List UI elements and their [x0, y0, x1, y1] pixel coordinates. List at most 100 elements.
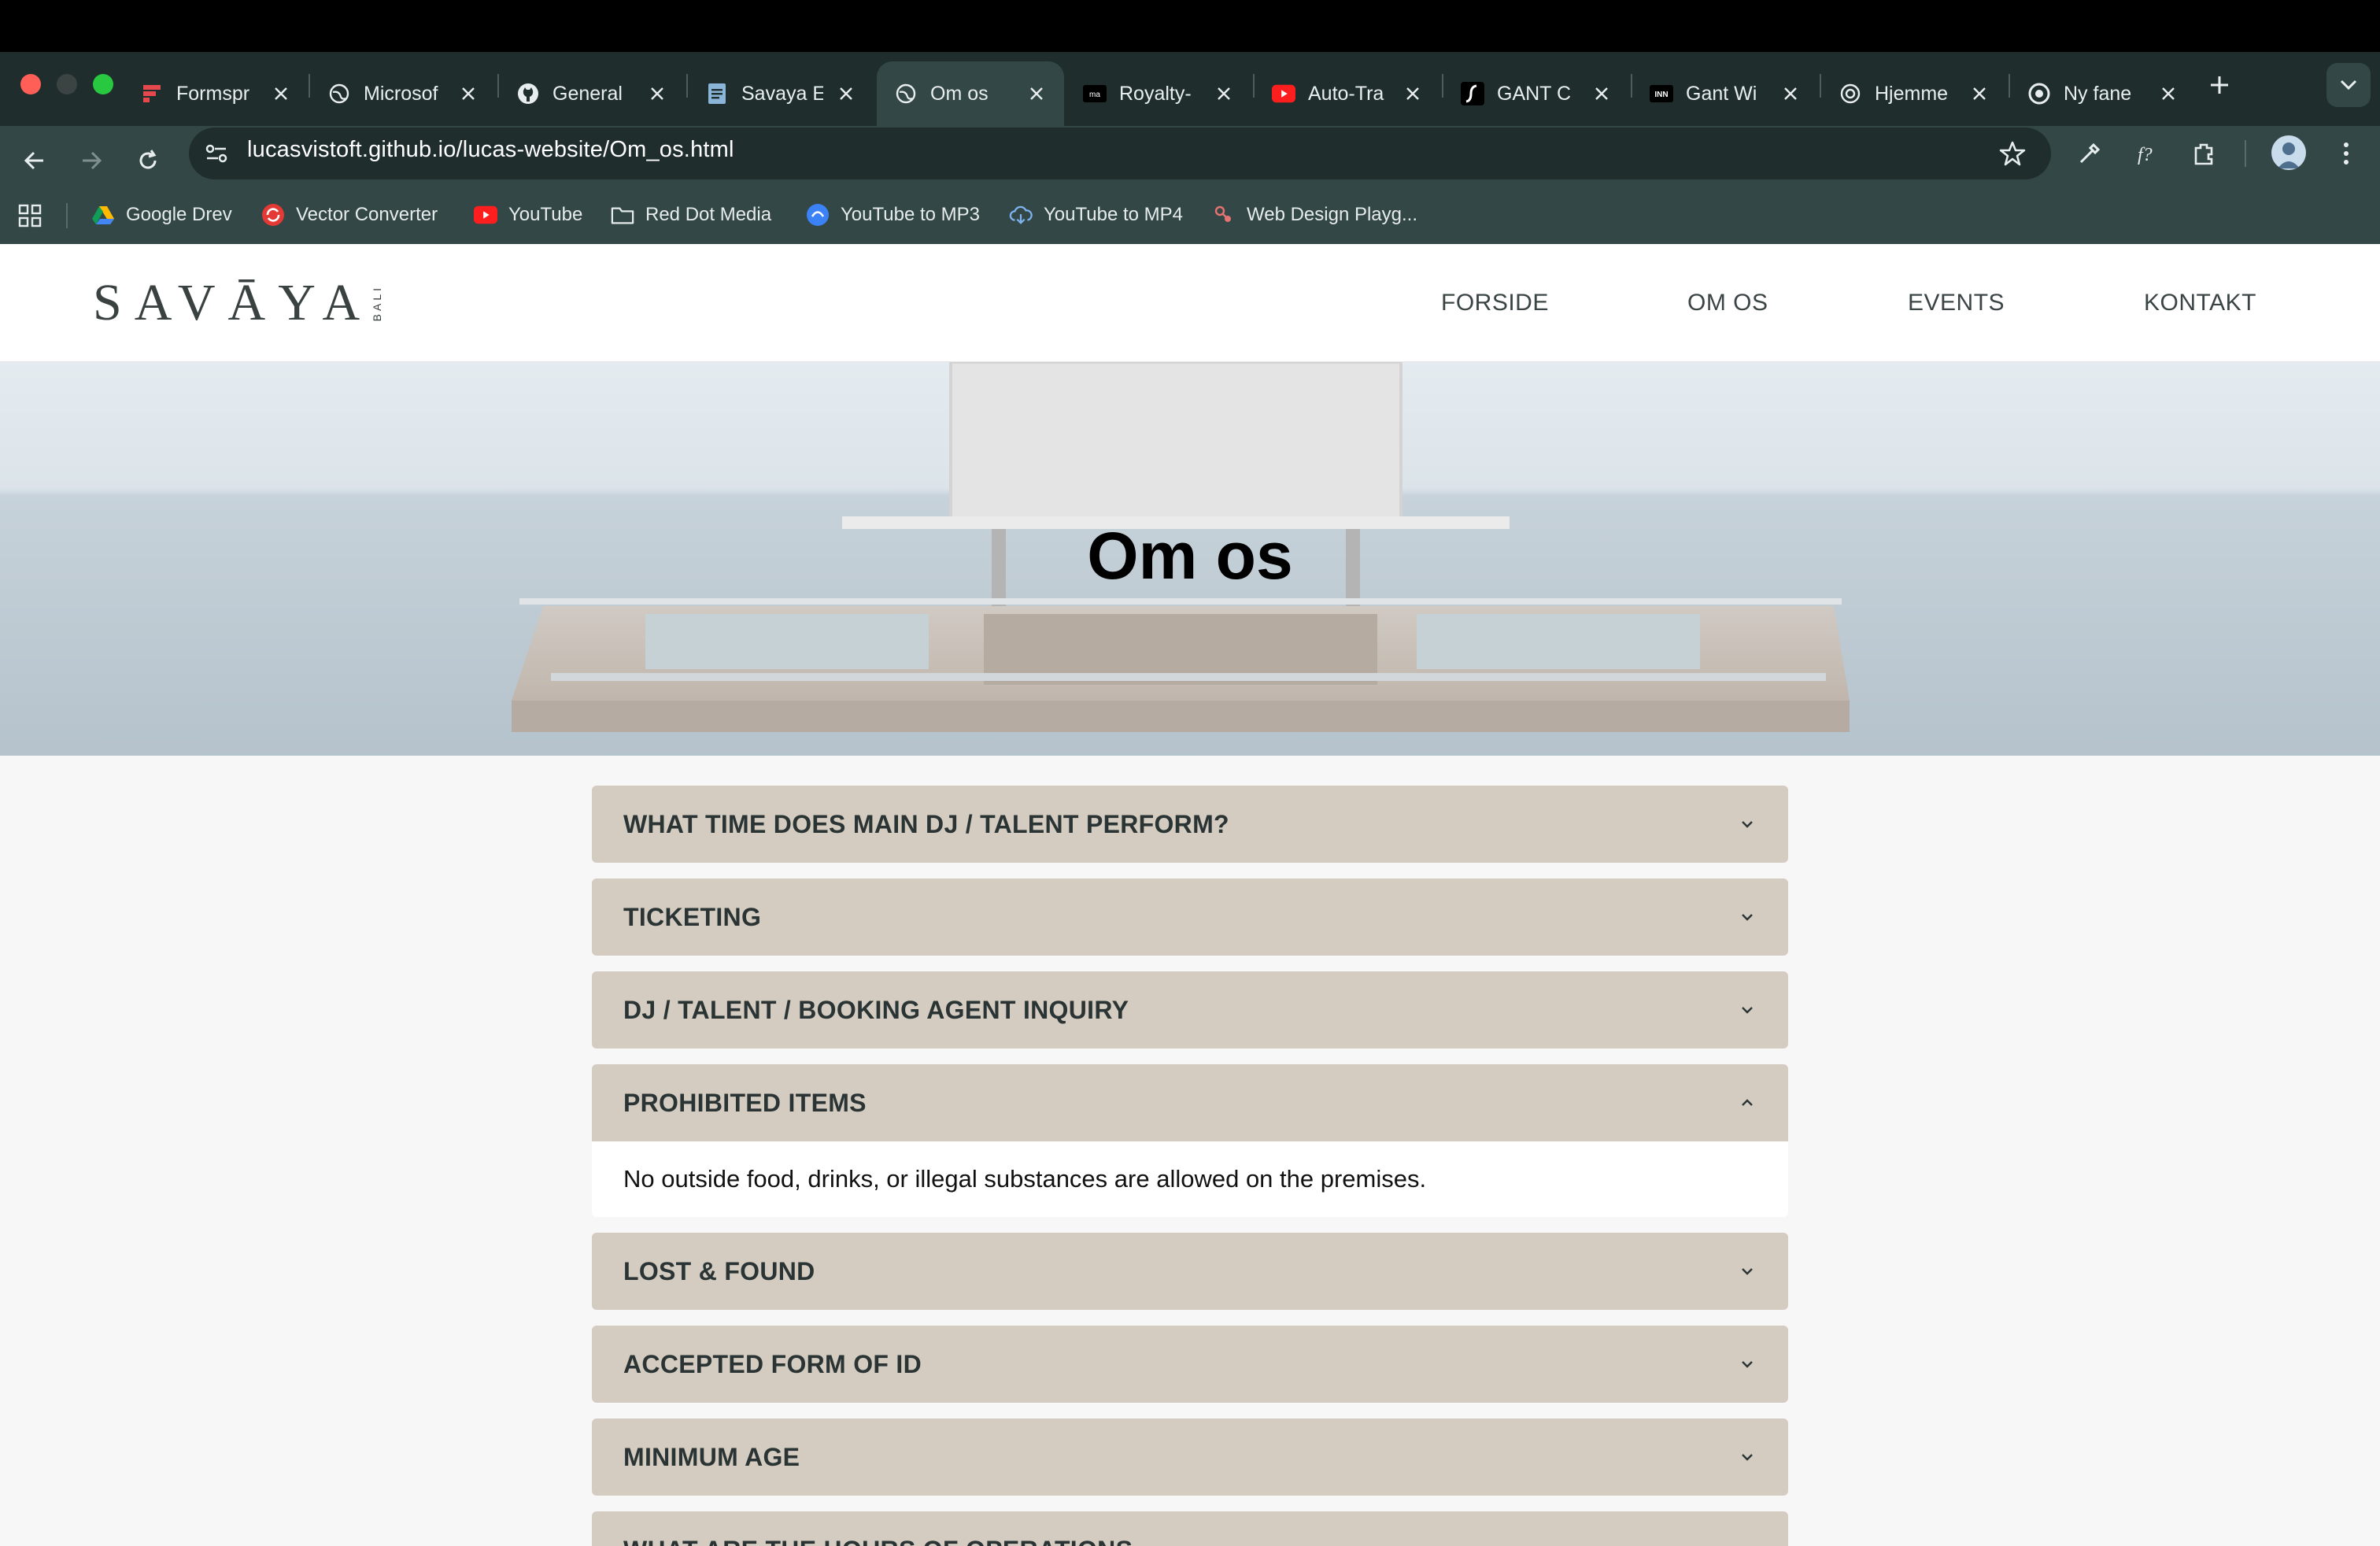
tab-title: Formspr [176, 82, 250, 105]
svg-text:INN: INN [1654, 91, 1668, 99]
faq-item: TICKETING [592, 878, 1788, 956]
bookmark-youtube-to-mp3[interactable]: YouTube to MP3 [806, 201, 980, 229]
tab-ny-fane[interactable]: Ny fane [2010, 61, 2196, 126]
mp3-icon [806, 203, 830, 227]
faq-question: TICKETING [623, 902, 762, 931]
bookmark-label: YouTube to MP4 [1044, 204, 1184, 225]
new-tab-button[interactable] [2204, 69, 2235, 101]
more-vertical-icon[interactable] [2328, 135, 2364, 172]
tab-savaya-doc[interactable]: Savaya E [688, 61, 874, 126]
nav-link-kontakt[interactable]: KONTAKT [2144, 290, 2256, 316]
close-icon[interactable] [647, 83, 667, 104]
close-icon[interactable] [458, 83, 479, 104]
reload-button[interactable] [126, 139, 170, 183]
back-button[interactable] [13, 139, 57, 183]
bookmark-google-drev[interactable]: Google Drev [91, 201, 232, 229]
chevron-up-icon [1738, 1093, 1757, 1112]
nav-link-om-os[interactable]: OM OS [1687, 290, 1768, 316]
chrome-icon [2027, 82, 2051, 105]
tab-title: Om os [930, 82, 989, 105]
close-icon[interactable] [2158, 83, 2179, 104]
faq-question: PROHIBITED ITEMS [623, 1088, 867, 1117]
font-checker-icon[interactable]: f? [2130, 135, 2166, 172]
close-window-button[interactable] [20, 74, 41, 94]
faq-question: WHAT ARE THE HOURS OF OPERATIONS [623, 1536, 1738, 1546]
nav-link-events[interactable]: EVENTS [1908, 290, 2005, 316]
eyedropper-icon[interactable] [2071, 135, 2108, 172]
tab-gant-wi[interactable]: INN Gant Wi [1632, 61, 1818, 126]
site-logo[interactable]: SAVĀYA BALI [93, 272, 383, 335]
extensions-puzzle-icon[interactable] [2186, 135, 2223, 172]
bookmark-label: Web Design Playg... [1247, 204, 1417, 225]
faq-question-toggle[interactable]: WHAT ARE THE HOURS OF OPERATIONS [592, 1511, 1788, 1546]
faq-question-toggle[interactable]: PROHIBITED ITEMS [592, 1064, 1788, 1141]
bookmark-youtube[interactable]: YouTube [474, 201, 582, 229]
close-icon[interactable] [1969, 83, 1990, 104]
svg-text:ma: ma [1089, 91, 1100, 99]
close-icon[interactable] [1780, 83, 1801, 104]
faq-question-toggle[interactable]: TICKETING [592, 878, 1788, 956]
bookmark-label: Red Dot Media [645, 204, 772, 225]
faq-item: WHAT ARE THE HOURS OF OPERATIONS [592, 1511, 1788, 1546]
minimize-window-button[interactable] [57, 74, 77, 94]
tab-title: Auto-Tra [1308, 82, 1384, 105]
faq-item: WHAT TIME DOES MAIN DJ / TALENT PERFORM? [592, 786, 1788, 863]
bookmark-web-design-playground[interactable]: Web Design Playg... [1212, 201, 1417, 229]
plus-icon [2211, 76, 2228, 94]
faq-item: ACCEPTED FORM OF ID [592, 1326, 1788, 1403]
google-drive-icon [91, 203, 115, 227]
faq-item: LOST & FOUND [592, 1233, 1788, 1310]
toolbar-separator [2245, 140, 2246, 167]
tab-auto-tra[interactable]: Auto-Tra [1255, 61, 1440, 126]
close-icon[interactable] [1026, 83, 1047, 104]
tab-royalty[interactable]: ma Royalty- [1066, 61, 1251, 126]
maximize-window-button[interactable] [93, 74, 113, 94]
faq-question: DJ / TALENT / BOOKING AGENT INQUIRY [623, 995, 1129, 1024]
faq-question: LOST & FOUND [623, 1256, 815, 1285]
tab-title: Microsof [364, 82, 438, 105]
bookmark-star-icon[interactable] [1994, 135, 2031, 172]
faq-item-expanded: PROHIBITED ITEMS No outside food, drinks… [592, 1064, 1788, 1217]
tab-om-os[interactable]: Om os [877, 61, 1064, 126]
tab-formspree[interactable]: Formspr [123, 61, 309, 126]
close-icon[interactable] [1214, 83, 1234, 104]
tab-title: Ny fane [2064, 82, 2132, 105]
tab-github-general[interactable]: General [499, 61, 685, 126]
chevron-down-icon [2340, 80, 2357, 91]
close-icon[interactable] [1591, 83, 1612, 104]
faq-question-toggle[interactable]: MINIMUM AGE [592, 1418, 1788, 1496]
faq-question-toggle[interactable]: WHAT TIME DOES MAIN DJ / TALENT PERFORM? [592, 786, 1788, 863]
youtube-icon [1272, 82, 1295, 105]
faq-question-toggle[interactable]: LOST & FOUND [592, 1233, 1788, 1310]
arrow-left-icon [24, 151, 43, 170]
chevron-down-icon [1738, 1000, 1757, 1019]
svg-text:f?: f? [2138, 145, 2153, 165]
tab-search-button[interactable] [2326, 63, 2371, 107]
forward-button[interactable] [69, 139, 113, 183]
bookmark-vector-converter[interactable]: Vector Converter [261, 201, 438, 229]
bookmarks-separator [66, 203, 68, 228]
tab-hjemme[interactable]: Hjemme [1821, 61, 2007, 126]
cloud-download-icon [1009, 203, 1033, 227]
faq-question: MINIMUM AGE [623, 1442, 800, 1471]
nav-link-forside[interactable]: FORSIDE [1441, 290, 1549, 316]
faq-question-toggle[interactable]: DJ / TALENT / BOOKING AGENT INQUIRY [592, 971, 1788, 1049]
logo-wordmark: SAVĀYA [93, 274, 373, 331]
chevron-down-icon [1738, 908, 1757, 926]
youtube-icon [474, 203, 497, 227]
close-icon[interactable] [836, 83, 856, 104]
tab-gant[interactable]: GANT C [1443, 61, 1629, 126]
profile-avatar[interactable] [2271, 135, 2306, 170]
close-icon[interactable] [1402, 83, 1423, 104]
apps-grid-icon[interactable] [17, 203, 42, 228]
tab-microsoft[interactable]: Microsof [310, 61, 496, 126]
bookmark-label: Vector Converter [296, 204, 438, 225]
bookmark-youtube-to-mp4[interactable]: YouTube to MP4 [1009, 201, 1183, 229]
faq-question-toggle[interactable]: ACCEPTED FORM OF ID [592, 1326, 1788, 1403]
site-info-icon[interactable] [203, 140, 230, 167]
url-text[interactable]: lucasvistoft.github.io/lucas-website/Om_… [247, 137, 734, 163]
close-icon[interactable] [271, 83, 291, 104]
faq-accordion: WHAT TIME DOES MAIN DJ / TALENT PERFORM?… [592, 786, 1788, 1546]
bookmark-folder-red-dot-media[interactable]: Red Dot Media [611, 201, 771, 229]
tab-title: Hjemme [1875, 82, 1949, 105]
